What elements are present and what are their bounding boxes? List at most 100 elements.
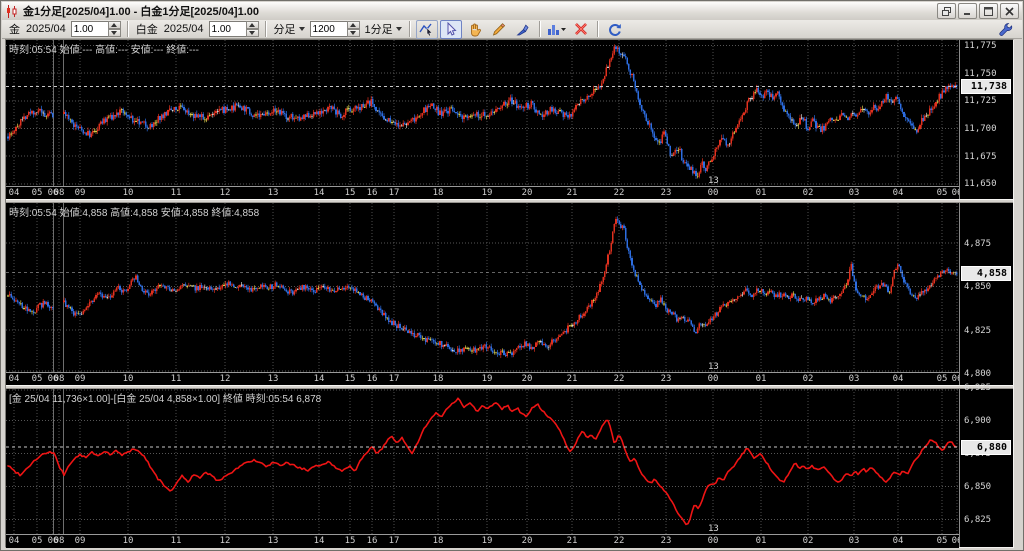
time-axis-label: 12 bbox=[220, 188, 231, 198]
pencil-draw-tool-button[interactable] bbox=[488, 20, 510, 39]
time-axis-label: 05 bbox=[937, 374, 948, 384]
y-axis-tick-label: 11,650 bbox=[964, 179, 997, 189]
minimize-button[interactable] bbox=[958, 3, 977, 19]
time-axis-label: 23 bbox=[661, 374, 672, 384]
bar-type-dropdown[interactable]: 分足 bbox=[274, 21, 305, 37]
time-axis-label: 18 bbox=[433, 536, 444, 546]
y-axis-tick-label: 11,725 bbox=[964, 96, 997, 106]
settings-wrench-button[interactable] bbox=[994, 20, 1016, 39]
interval-dropdown[interactable]: 1分足 bbox=[365, 21, 402, 37]
spread-time-axis[interactable]: 0405060809101112131415161718192021222300… bbox=[6, 534, 959, 548]
gold-ratio-down-button[interactable] bbox=[108, 29, 121, 37]
time-axis-label: 23 bbox=[661, 188, 672, 198]
time-axis-label: 10 bbox=[123, 374, 134, 384]
bar-count-down-button[interactable] bbox=[347, 29, 360, 37]
chart-panel-spread: [金 25/04 11,736×1.00]-[白金 25/04 4,858×1.… bbox=[6, 389, 1013, 547]
time-axis-label: 11 bbox=[171, 188, 182, 198]
time-axis-label: 14 bbox=[314, 536, 325, 546]
time-axis-label: 19 bbox=[482, 374, 493, 384]
chart-window: 金1分足[2025/04]1.00 - 白金1分足[2025/04]1.00 金… bbox=[0, 0, 1024, 551]
time-axis-label: 04 bbox=[9, 188, 20, 198]
time-axis-label: 20 bbox=[522, 536, 533, 546]
platinum-ratio-down-button[interactable] bbox=[246, 29, 259, 37]
time-axis-label: 13 bbox=[268, 536, 279, 546]
hand-pan-tool-button[interactable] bbox=[464, 20, 486, 39]
time-axis-label: 02 bbox=[803, 374, 814, 384]
time-axis-label: 14 bbox=[314, 188, 325, 198]
gold-ratio-input[interactable] bbox=[71, 21, 108, 37]
y-axis-tick-label: 6,925 bbox=[964, 383, 991, 393]
delete-close-chart-button[interactable] bbox=[570, 20, 592, 39]
time-axis-label: 17 bbox=[389, 374, 400, 384]
platinum-price-axis[interactable]: 4,858 4,8754,8504,8254,800 bbox=[959, 203, 1013, 385]
spread-price-axis[interactable]: 6,880 6,9256,9006,8756,8506,825 bbox=[959, 389, 1013, 547]
time-axis-label: 13 bbox=[268, 374, 279, 384]
close-button[interactable] bbox=[1000, 3, 1019, 19]
time-axis-label: 11 bbox=[171, 536, 182, 546]
time-axis-label: 05 bbox=[32, 374, 43, 384]
platinum-plot-area[interactable]: 13 bbox=[6, 203, 959, 372]
time-axis-label: 12 bbox=[220, 374, 231, 384]
maximize-button[interactable] bbox=[979, 3, 998, 19]
time-axis-label: 01 bbox=[756, 188, 767, 198]
time-axis-label: 13 bbox=[268, 188, 279, 198]
time-axis-label: 05 bbox=[32, 188, 43, 198]
window-title: 金1分足[2025/04]1.00 - 白金1分足[2025/04]1.00 bbox=[23, 3, 935, 19]
time-axis-label: 01 bbox=[756, 536, 767, 546]
time-axis-label: 04 bbox=[9, 536, 20, 546]
time-axis-label: 22 bbox=[614, 188, 625, 198]
chart-style-dropdown-button[interactable] bbox=[546, 20, 568, 39]
toolbar-separator bbox=[539, 21, 541, 37]
time-axis-label: 12 bbox=[220, 536, 231, 546]
spread-plot-area[interactable]: 13 bbox=[6, 389, 959, 534]
time-axis-label: 00 bbox=[708, 536, 719, 546]
gold-ratio-spinner bbox=[71, 21, 121, 37]
gold-price-axis[interactable]: 11,738 11,77511,75011,72511,70011,67511,… bbox=[959, 40, 1013, 199]
gold-ratio-up-button[interactable] bbox=[108, 21, 121, 29]
toolbar-separator bbox=[265, 21, 267, 37]
y-axis-tick-label: 4,800 bbox=[964, 369, 991, 379]
time-axis-label: 08 bbox=[54, 374, 65, 384]
gold-contract-month: 2025/04 bbox=[26, 23, 66, 35]
time-axis-label: 09 bbox=[75, 374, 86, 384]
gold-time-axis[interactable]: 0405060809101112131415161718192021222300… bbox=[6, 186, 959, 200]
gold-plot-area[interactable]: 13 bbox=[6, 40, 959, 186]
y-axis-tick-label: 11,775 bbox=[964, 41, 997, 51]
refresh-button[interactable] bbox=[604, 20, 626, 39]
platinum-ratio-input[interactable] bbox=[209, 21, 246, 37]
time-axis-label: 19 bbox=[482, 188, 493, 198]
time-axis-label: 05 bbox=[937, 536, 948, 546]
y-axis-tick-label: 11,675 bbox=[964, 152, 997, 162]
chart-crosshair-tool-button[interactable] bbox=[416, 20, 438, 39]
y-axis-tick-label: 4,850 bbox=[964, 282, 991, 292]
platinum-ohlc-info: 時刻:05:54 始値:4,858 高値:4,858 安値:4,858 終値:4… bbox=[9, 204, 259, 219]
platinum-time-axis[interactable]: 0405060809101112131415161718192021222300… bbox=[6, 372, 959, 386]
time-axis-label: 00 bbox=[708, 188, 719, 198]
time-axis-label: 10 bbox=[123, 536, 134, 546]
svg-text:13: 13 bbox=[708, 176, 719, 186]
chart-client-area: 時刻:05:54 始値:--- 高値:--- 安値:--- 終値:--- 13 … bbox=[5, 39, 1014, 548]
y-axis-tick-label: 4,825 bbox=[964, 326, 991, 336]
toolbar-separator bbox=[597, 21, 599, 37]
toolbar: 金 2025/04 白金 2025/04 分足 1分足 bbox=[2, 20, 1022, 39]
pen-annotate-tool-button[interactable] bbox=[512, 20, 534, 39]
bar-count-up-button[interactable] bbox=[347, 21, 360, 29]
time-axis-label: 15 bbox=[345, 188, 356, 198]
time-axis-label: 15 bbox=[345, 536, 356, 546]
titlebar: 金1分足[2025/04]1.00 - 白金1分足[2025/04]1.00 bbox=[2, 2, 1022, 20]
gold-label: 金 bbox=[9, 21, 20, 37]
chart-panel-platinum: 時刻:05:54 始値:4,858 高値:4,858 安値:4,858 終値:4… bbox=[6, 203, 1013, 385]
time-axis-label: 14 bbox=[314, 374, 325, 384]
y-axis-tick-label: 6,850 bbox=[964, 482, 991, 492]
time-axis-label: 21 bbox=[567, 188, 578, 198]
float-window-button[interactable] bbox=[937, 3, 956, 19]
pointer-tool-button[interactable] bbox=[440, 20, 462, 39]
toolbar-separator bbox=[127, 21, 129, 37]
time-axis-label: 08 bbox=[54, 188, 65, 198]
platinum-ratio-up-button[interactable] bbox=[246, 21, 259, 29]
y-axis-tick-label: 6,825 bbox=[964, 515, 991, 525]
time-axis-label: 15 bbox=[345, 374, 356, 384]
time-axis-label: 03 bbox=[849, 188, 860, 198]
time-axis-label: 02 bbox=[803, 536, 814, 546]
bar-count-input[interactable] bbox=[310, 21, 347, 37]
